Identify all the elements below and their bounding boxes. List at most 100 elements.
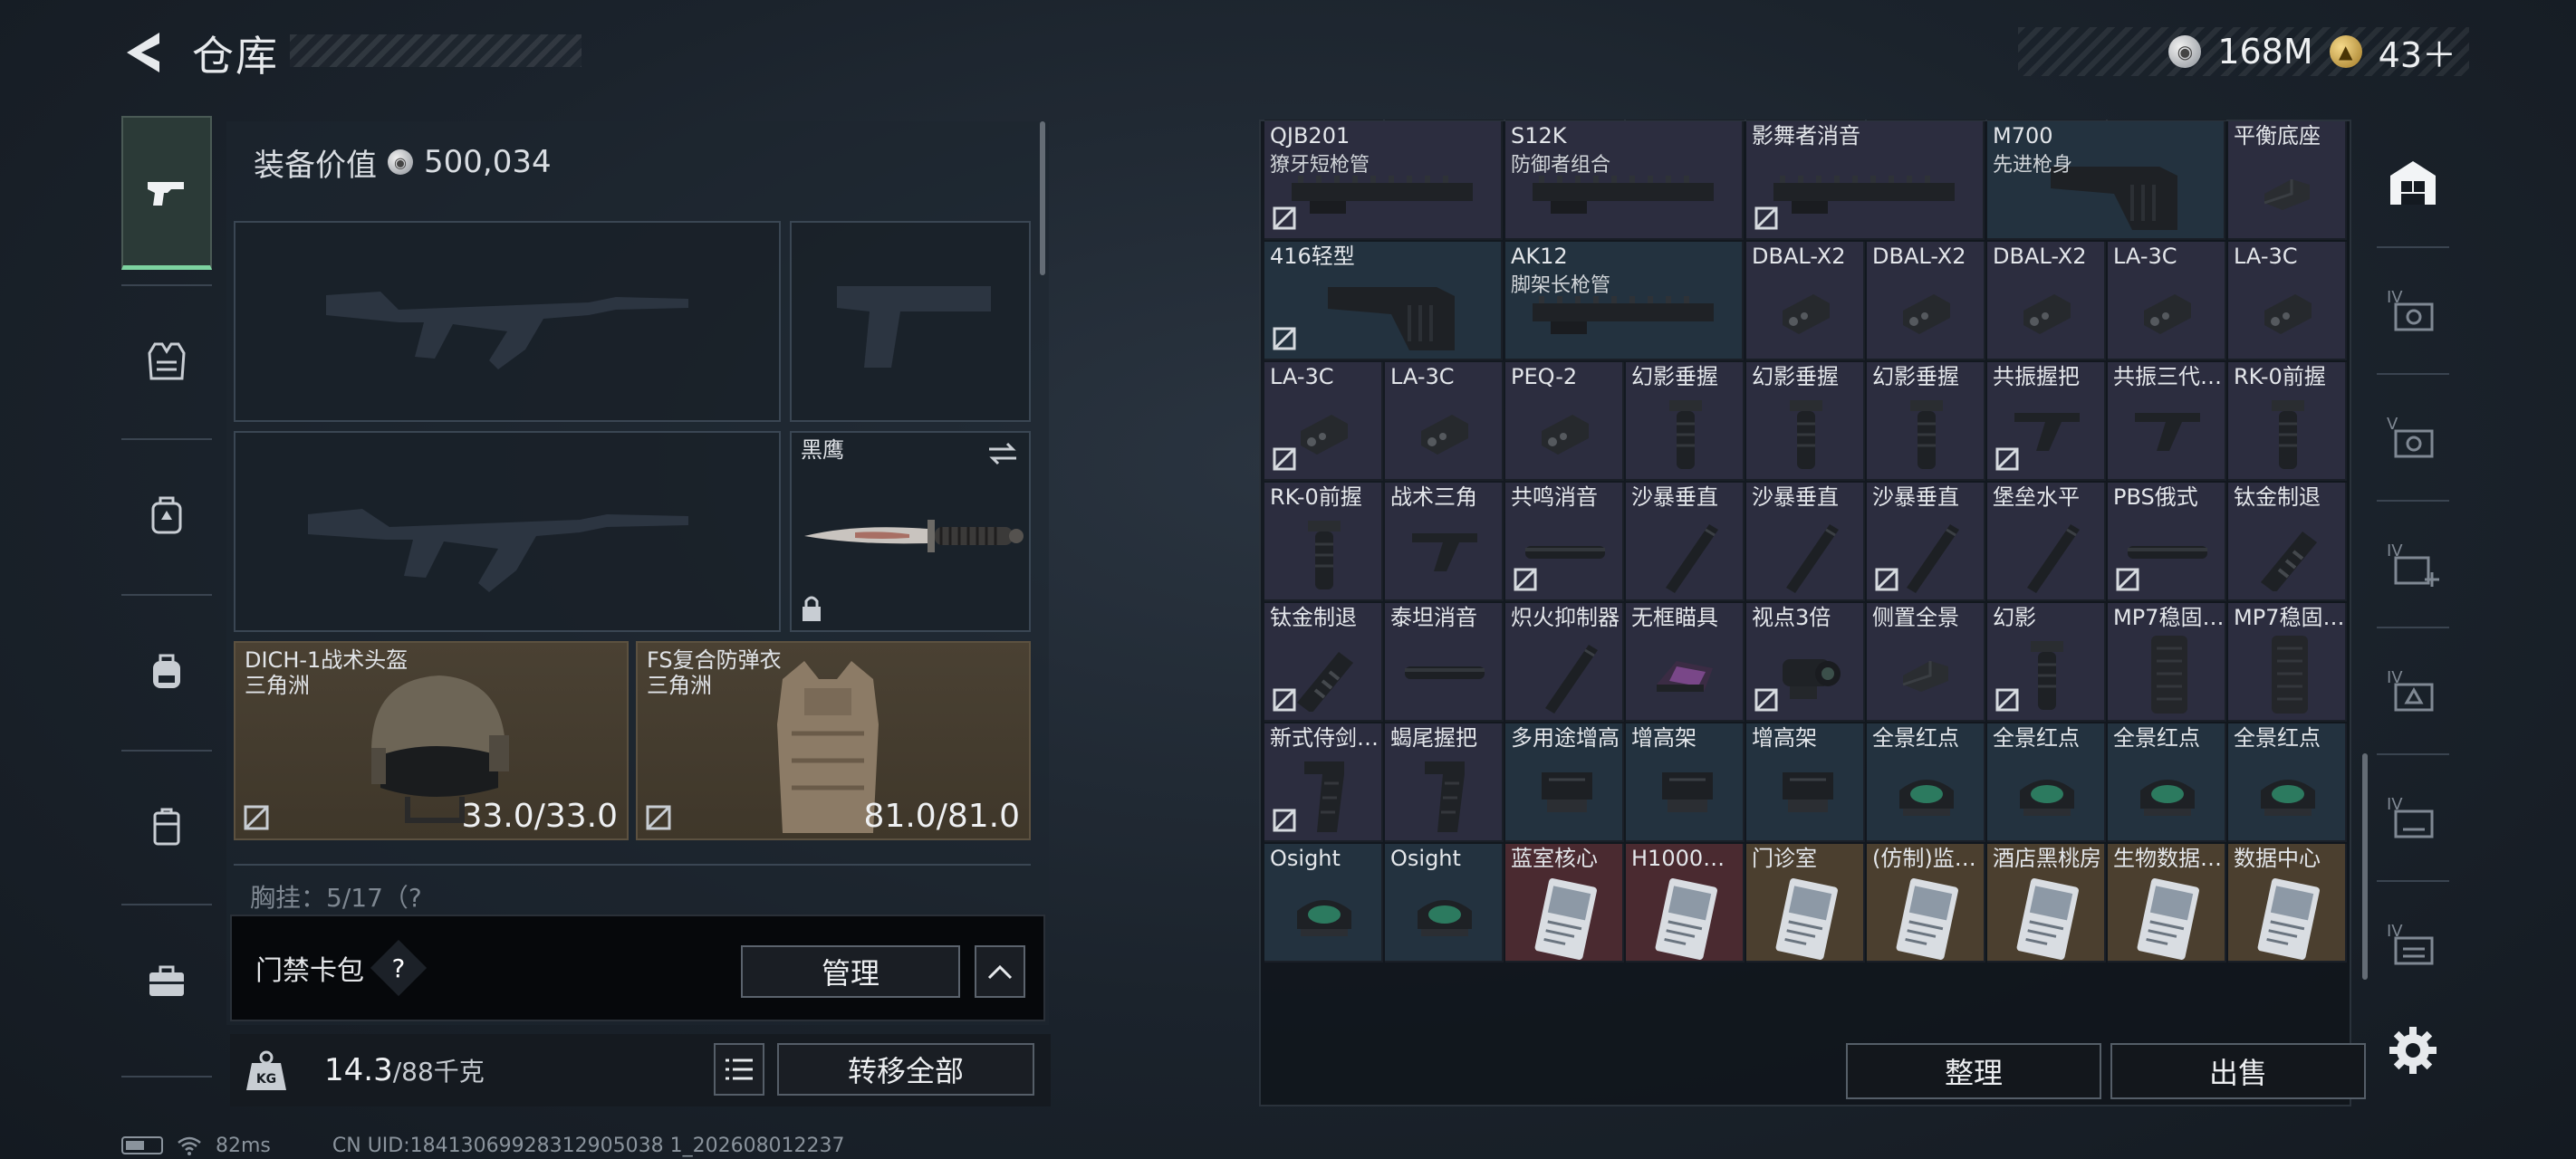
inventory-cell[interactable]: 堡垒水平 bbox=[1987, 483, 2106, 601]
inventory-cell[interactable]: MP7稳固… bbox=[2108, 603, 2226, 722]
inventory-cell[interactable]: 侧置全景 bbox=[1867, 603, 1985, 722]
warehouse-home-icon bbox=[2390, 161, 2436, 205]
inventory-cell[interactable]: RK-0前握 bbox=[1264, 483, 1383, 601]
inventory-cell[interactable]: QJB201 獠牙短枪管 bbox=[1264, 121, 1503, 240]
inventory-cell[interactable]: DBAL-X2 bbox=[1746, 242, 1865, 360]
inventory-cell[interactable]: 共鸣消音 bbox=[1505, 483, 1624, 601]
inventory-cell[interactable]: DBAL-X2 bbox=[1867, 242, 1985, 360]
rail-storage-4[interactable]: IV bbox=[2368, 627, 2458, 753]
inventory-cell[interactable]: RK-0前握 bbox=[2228, 362, 2347, 481]
inventory-cell[interactable]: 沙暴垂直 bbox=[1867, 483, 1985, 601]
inventory-cell[interactable]: 全景红点 bbox=[2108, 723, 2226, 842]
rail-storage-6[interactable]: IV bbox=[2368, 880, 2458, 1007]
sort-button[interactable]: 整理 bbox=[1846, 1043, 2101, 1099]
rail-storage-1[interactable]: IV bbox=[2368, 246, 2458, 373]
inventory-cell[interactable]: 酒店黑桃房 bbox=[1987, 844, 2106, 963]
rail-storage-2[interactable]: V bbox=[2368, 373, 2458, 500]
inventory-cell[interactable]: H1000… bbox=[1626, 844, 1745, 963]
collapse-button[interactable] bbox=[975, 945, 1025, 998]
inventory-cell[interactable]: M700 先进枪身 bbox=[1987, 121, 2225, 240]
inventory-cell[interactable]: 无框瞄具 bbox=[1626, 603, 1745, 722]
gold-currency-value[interactable]: 43＋ bbox=[2379, 27, 2456, 77]
rail-storage-5[interactable]: IV bbox=[2368, 753, 2458, 880]
inventory-cell[interactable]: 门诊室 bbox=[1746, 844, 1865, 963]
equipment-scrollbar[interactable] bbox=[1040, 121, 1045, 275]
inventory-cell[interactable]: 钛金制退 bbox=[1264, 603, 1383, 722]
secondary-weapon-slot[interactable] bbox=[234, 431, 781, 632]
inventory-cell[interactable]: 416轻型 bbox=[1264, 242, 1503, 360]
primary-weapon-slot[interactable] bbox=[234, 221, 781, 422]
rail-weapons[interactable] bbox=[121, 116, 212, 270]
inventory-cell[interactable]: 幻影垂握 bbox=[1626, 362, 1745, 481]
item-name: 增高架 bbox=[1752, 725, 1817, 751]
item-name: H1000… bbox=[1631, 846, 1725, 871]
inventory-cell[interactable]: 幻影 bbox=[1987, 603, 2106, 722]
settings-gear-icon[interactable] bbox=[2386, 1023, 2440, 1078]
inventory-cell[interactable]: (仿制)监… bbox=[1867, 844, 1985, 963]
list-view-button[interactable] bbox=[714, 1043, 764, 1096]
inventory-cell[interactable]: 钛金制退 bbox=[2228, 483, 2347, 601]
inventory-cell[interactable]: LA-3C bbox=[1264, 362, 1383, 481]
back-button[interactable] bbox=[118, 25, 167, 80]
rail-warehouse-home[interactable] bbox=[2368, 120, 2458, 246]
inventory-cell[interactable]: Osight bbox=[1385, 844, 1504, 963]
inventory-cell[interactable]: AK12 脚架长枪管 bbox=[1505, 242, 1744, 360]
inventory-cell[interactable]: LA-3C bbox=[1385, 362, 1504, 481]
inventory-cell[interactable]: 沙暴垂直 bbox=[1746, 483, 1865, 601]
rail-armor[interactable] bbox=[121, 284, 212, 438]
category-rail bbox=[121, 116, 212, 1078]
inventory-cell[interactable]: LA-3C bbox=[2228, 242, 2347, 360]
sell-button[interactable]: 出售 bbox=[2110, 1043, 2366, 1099]
item-subname: 防御者组合 bbox=[1511, 154, 1611, 177]
chest-rig-row[interactable]: 胸挂：5/17（? bbox=[234, 864, 1031, 918]
inventory-cell[interactable]: LA-3C bbox=[2108, 242, 2226, 360]
inventory-cell[interactable]: PBS俄式 bbox=[2108, 483, 2226, 601]
pistol-slot[interactable] bbox=[790, 221, 1031, 422]
vertical-grip-icon bbox=[1790, 400, 1822, 469]
rail-safe-box[interactable] bbox=[121, 904, 212, 1058]
inventory-cell[interactable]: 全景红点 bbox=[2228, 723, 2347, 842]
inventory-cell[interactable]: 幻影垂握 bbox=[1867, 362, 1985, 481]
help-button[interactable]: ? bbox=[370, 939, 428, 997]
unlock-icon bbox=[1273, 688, 1296, 712]
inventory-cell[interactable]: 全景红点 bbox=[1867, 723, 1985, 842]
helmet-slot[interactable]: DICH-1战术头盔 三角洲 33.0/33.0 bbox=[234, 641, 629, 840]
rail-chest-rig[interactable] bbox=[121, 438, 212, 592]
armor-slot[interactable]: FS复合防弹衣 三角洲 81.0/81.0 bbox=[636, 641, 1031, 840]
inventory-cell[interactable]: 沙暴垂直 bbox=[1626, 483, 1745, 601]
armor-durability: 81.0/81.0 bbox=[863, 798, 1020, 835]
inventory-cell[interactable]: 生物数据… bbox=[2108, 844, 2226, 963]
rail-backpack[interactable] bbox=[121, 594, 212, 748]
manage-button[interactable]: 管理 bbox=[741, 945, 960, 998]
inventory-cell[interactable]: MP7稳固… bbox=[2228, 603, 2347, 722]
inventory-cell[interactable]: 多用途增高 bbox=[1505, 723, 1624, 842]
inventory-cell[interactable]: 增高架 bbox=[1626, 723, 1745, 842]
rail-container[interactable] bbox=[121, 750, 212, 904]
item-name: 战术三角 bbox=[1390, 484, 1477, 510]
inventory-cell[interactable]: 蓝室核心 bbox=[1505, 844, 1624, 963]
item-name: Osight bbox=[1270, 846, 1341, 871]
inventory-cell[interactable]: 视点3倍 bbox=[1746, 603, 1865, 722]
inventory-cell[interactable]: PEQ-2 bbox=[1505, 362, 1624, 481]
inventory-cell[interactable]: 影舞者消音 bbox=[1746, 121, 1985, 240]
inventory-cell[interactable]: Osight bbox=[1264, 844, 1383, 963]
inventory-cell[interactable]: DBAL-X2 bbox=[1987, 242, 2106, 360]
transfer-all-button[interactable]: 转移全部 bbox=[777, 1043, 1034, 1096]
inventory-cell[interactable]: 全景红点 bbox=[1987, 723, 2106, 842]
item-name: PBS俄式 bbox=[2113, 484, 2198, 510]
inventory-cell[interactable]: 数据中心 bbox=[2228, 844, 2347, 963]
inventory-cell[interactable]: 战术三角 bbox=[1385, 483, 1504, 601]
swap-icon[interactable] bbox=[985, 440, 1020, 467]
inventory-cell[interactable]: 炽火抑制器 bbox=[1505, 603, 1624, 722]
inventory-cell[interactable]: 增高架 bbox=[1746, 723, 1865, 842]
inventory-cell[interactable]: 平衡底座 bbox=[2228, 121, 2347, 240]
rail-storage-3[interactable]: IV bbox=[2368, 500, 2458, 627]
inventory-cell[interactable]: 共振三代… bbox=[2108, 362, 2226, 481]
inventory-cell[interactable]: 泰坦消音 bbox=[1385, 603, 1504, 722]
inventory-cell[interactable]: 共振握把 bbox=[1987, 362, 2106, 481]
melee-slot[interactable]: 黑鹰 bbox=[790, 431, 1031, 632]
inventory-cell[interactable]: 幻影垂握 bbox=[1746, 362, 1865, 481]
inventory-cell[interactable]: 蝎尾握把 bbox=[1385, 723, 1504, 842]
inventory-cell[interactable]: S12K 防御者组合 bbox=[1505, 121, 1744, 240]
inventory-cell[interactable]: 新式侍剑… bbox=[1264, 723, 1383, 842]
